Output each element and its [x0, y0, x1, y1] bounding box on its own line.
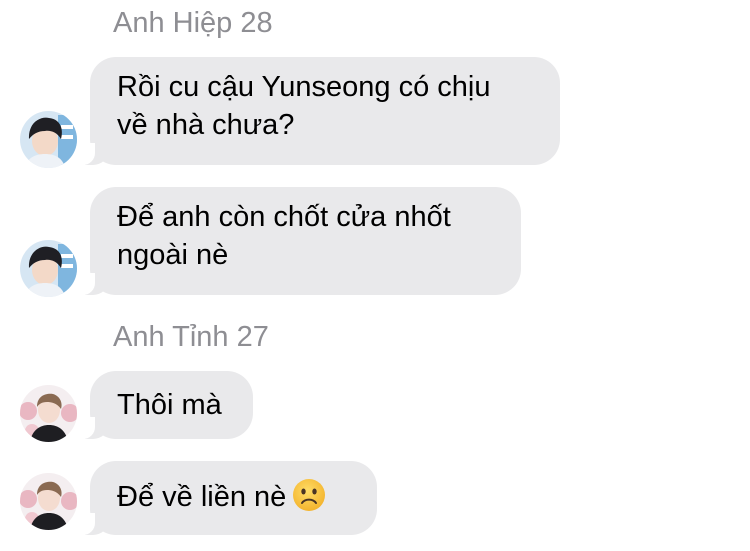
message-bubble[interactable]: Để về liền nè	[81, 461, 377, 535]
message-text: Để anh còn chốt cửa nhốt	[117, 201, 451, 233]
avatar[interactable]	[20, 473, 77, 530]
message-text: Để về liền nè	[117, 478, 359, 522]
message-bubble[interactable]: Để anh còn chốt cửa nhốt ngoài nè	[81, 187, 521, 295]
frowning-face-icon	[292, 478, 326, 522]
message-text: Rồi cu cậu Yunseong có chịu	[117, 71, 491, 103]
message-text: ngoài nè	[117, 239, 229, 271]
message-bubble[interactable]: Rồi cu cậu Yunseong có chịu về nhà chưa?	[81, 57, 560, 165]
avatar[interactable]	[20, 240, 77, 297]
message-text: Thôi mà	[117, 389, 222, 421]
message-bubble[interactable]: Thôi mà	[81, 371, 253, 439]
avatar[interactable]	[20, 385, 77, 442]
sender-name: Anh Hiệp 28	[113, 7, 273, 39]
sender-name: Anh Tỉnh 27	[113, 321, 269, 353]
message-text: về nhà chưa?	[117, 109, 295, 141]
avatar[interactable]	[20, 111, 77, 168]
